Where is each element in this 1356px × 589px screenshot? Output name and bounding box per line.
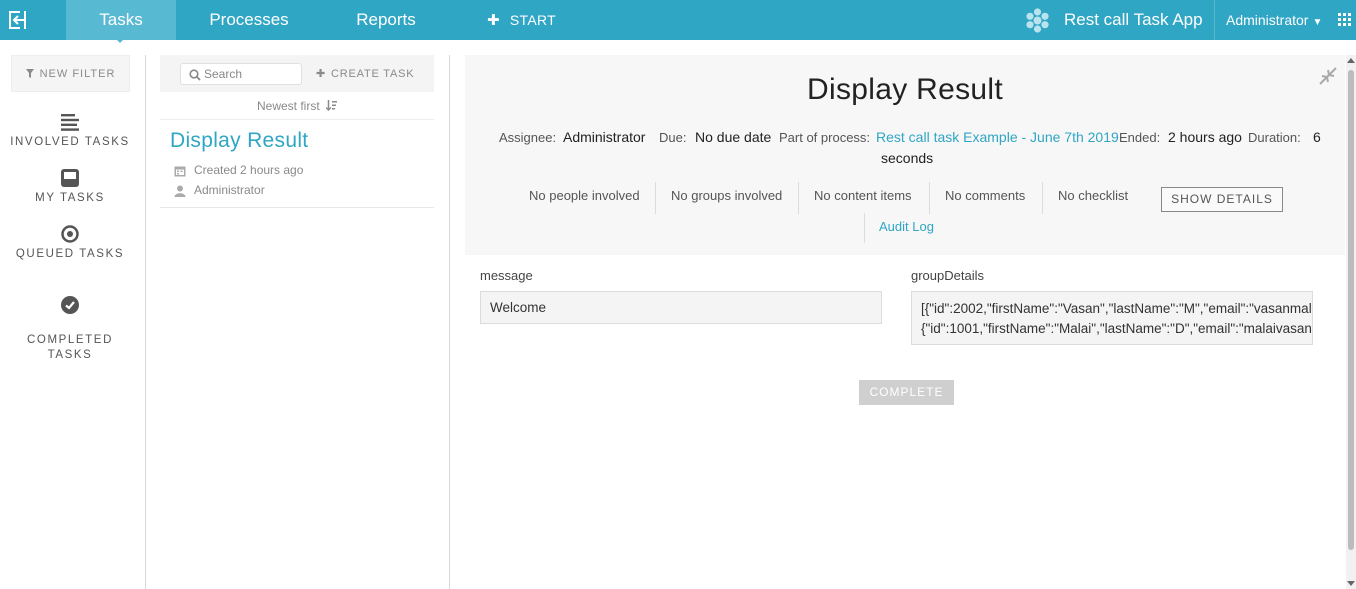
start-label: START	[509, 12, 556, 28]
inbox-icon	[61, 169, 79, 187]
search-box	[180, 63, 302, 85]
content-items[interactable]: No content items	[814, 188, 912, 203]
user-name: Administrator	[1226, 12, 1309, 28]
counter-divider	[798, 182, 799, 214]
sort-label: Newest first	[256, 99, 320, 113]
filter-completed-tasks[interactable]: COMPLETED TASKS	[0, 281, 140, 363]
search-input[interactable]	[204, 65, 299, 83]
filter-label: COMPLETED TASKS	[27, 334, 113, 361]
due-label: Due:	[659, 130, 687, 145]
groups-involved[interactable]: No groups involved	[671, 188, 782, 203]
counter-divider	[864, 213, 865, 243]
assignee-value[interactable]: Administrator	[563, 129, 645, 145]
search-icon	[189, 69, 201, 81]
task-list-toolbar: ✚ CREATE TASK	[160, 55, 434, 92]
chevron-down-icon: ▼	[1312, 17, 1323, 28]
counter-divider	[655, 182, 656, 214]
duration-label: Duration:	[1248, 130, 1301, 145]
task-assignee-text: Administrator	[194, 183, 265, 197]
assignee-label: Assignee:	[499, 130, 557, 145]
start-button[interactable]: ✚ START	[487, 0, 556, 40]
counter-divider	[1042, 182, 1043, 214]
sort-icon	[325, 100, 338, 111]
target-icon	[61, 225, 79, 243]
user-menu[interactable]: Administrator ▼	[1226, 0, 1322, 40]
scroll-up-arrow[interactable]	[1347, 58, 1355, 63]
process-label: Part of process:	[779, 130, 871, 145]
show-details-button[interactable]: SHOW DETAILS	[1161, 187, 1283, 212]
filter-queued-tasks[interactable]: QUEUED TASKS	[0, 225, 140, 262]
back-icon[interactable]	[0, 0, 36, 40]
list-icon	[61, 114, 79, 131]
user-icon	[174, 185, 186, 197]
due-value[interactable]: No due date	[695, 129, 771, 145]
group-details-field[interactable]: [{"id":2002,"firstName":"Vasan","lastNam…	[911, 291, 1313, 345]
create-task-button[interactable]: ✚ CREATE TASK	[316, 67, 414, 80]
apps-grid-icon[interactable]	[1338, 13, 1351, 26]
ended-label: Ended:	[1119, 130, 1161, 145]
task-created-text: Created 2 hours ago	[194, 163, 304, 177]
process-link[interactable]: Rest call task Example - June 7th 2019	[876, 129, 1119, 145]
checklist[interactable]: No checklist	[1058, 188, 1128, 203]
calendar-icon	[174, 166, 186, 177]
complete-button[interactable]: COMPLETE	[859, 380, 954, 405]
task-list-item[interactable]: Display Result Created 2 hours ago Admin…	[160, 121, 434, 208]
message-field[interactable]: Welcome	[480, 291, 882, 324]
task-assignee: Administrator	[174, 183, 265, 197]
column-divider	[145, 55, 146, 589]
top-navbar: Tasks Processes Reports ✚ START Rest call…	[0, 0, 1356, 43]
duration-unit: seconds	[881, 150, 934, 166]
new-filter-button[interactable]: NEW FILTER	[11, 55, 130, 92]
group-details-line: [{"id":2002,"firstName":"Vasan","lastNam…	[921, 301, 1313, 316]
duration-value: 6	[1313, 129, 1321, 145]
sort-toggle[interactable]: Newest first	[160, 92, 434, 120]
filter-icon	[25, 69, 34, 78]
task-detail-title: Display Result	[807, 73, 1003, 106]
tab-reports[interactable]: Reports	[344, 0, 428, 40]
scroll-thumb[interactable]	[1348, 70, 1354, 550]
filter-my-tasks[interactable]: MY TASKS	[0, 169, 140, 206]
filter-involved-tasks[interactable]: INVOLVED TASKS	[0, 114, 140, 150]
counter-divider	[929, 182, 930, 214]
tab-processes[interactable]: Processes	[198, 0, 300, 40]
scrollbar[interactable]	[1346, 55, 1356, 589]
scroll-down-arrow[interactable]	[1347, 581, 1355, 586]
tab-tasks[interactable]: Tasks	[66, 0, 176, 40]
people-involved[interactable]: No people involved	[529, 188, 640, 203]
filter-label: QUEUED TASKS	[15, 248, 125, 260]
create-task-label: CREATE TASK	[331, 68, 415, 80]
audit-log-link[interactable]: Audit Log	[879, 219, 934, 234]
filter-sidebar: NEW FILTER INVOLVED TASKS MY TASKS QUEUE…	[0, 40, 145, 589]
column-divider	[449, 55, 450, 589]
plus-icon: ✚	[316, 68, 327, 80]
message-label: message	[480, 268, 533, 283]
comments[interactable]: No comments	[945, 188, 1025, 203]
task-title[interactable]: Display Result	[170, 129, 308, 153]
app-title: Rest call Task App	[1064, 10, 1203, 29]
filter-label: INVOLVED TASKS	[10, 136, 130, 148]
filter-label: MY TASKS	[35, 192, 105, 204]
group-details-line: {"id":1001,"firstName":"Malai","lastName…	[921, 321, 1313, 336]
check-circle-icon	[61, 296, 79, 314]
new-filter-label: NEW FILTER	[39, 67, 116, 80]
nav-divider	[1214, 0, 1215, 40]
task-created: Created 2 hours ago	[174, 163, 303, 177]
plus-icon: ✚	[487, 12, 500, 29]
group-details-label: groupDetails	[911, 268, 984, 283]
ended-value: 2 hours ago	[1168, 129, 1242, 145]
app-logo-icon	[1025, 8, 1050, 33]
